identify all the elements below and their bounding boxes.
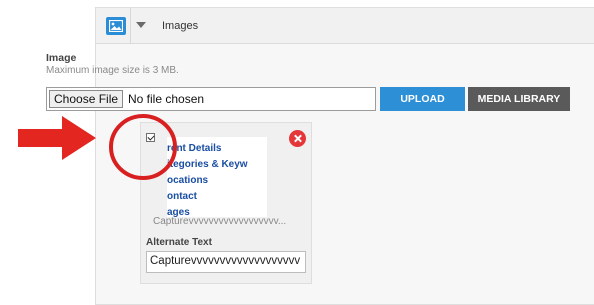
thumbnail-item: rent Details <box>167 143 222 154</box>
collapse-toggle[interactable] <box>132 8 150 44</box>
thumbnail-item: ontact <box>167 191 197 202</box>
image-icon[interactable] <box>106 17 126 35</box>
image-thumbnail: rent Details itegories & Keyw ocations o… <box>167 137 267 217</box>
header-divider <box>130 8 131 44</box>
file-input[interactable]: Choose File No file chosen <box>46 87 376 111</box>
panel-title: Images <box>162 20 199 32</box>
thumbnail-menu: rent Details itegories & Keyw ocations o… <box>167 141 248 217</box>
media-library-button[interactable]: MEDIA LIBRARY <box>468 87 570 111</box>
image-size-help: Maximum image size is 3 MB. <box>46 65 179 76</box>
image-field-label: Image <box>46 52 77 64</box>
thumbnail-item: itegories & Keyw <box>167 159 248 170</box>
red-arrow-annotation <box>18 116 96 160</box>
image-filename: Capturevvvvvvvvvvvvvvvvvv... <box>153 216 287 227</box>
remove-icon[interactable] <box>289 130 306 147</box>
choose-file-button[interactable]: Choose File <box>49 90 124 108</box>
alt-text-label: Alternate Text <box>146 237 212 248</box>
alt-text-input[interactable]: Capturevvvvvvvvvvvvvvvvvvv <box>146 251 306 273</box>
upload-button[interactable]: UPLOAD <box>380 87 465 111</box>
thumbnail-item: ocations <box>167 175 209 186</box>
caret-down-icon <box>136 22 146 28</box>
panel-header: Images <box>96 8 594 44</box>
stage: Images Image Maximum image size is 3 MB.… <box>0 0 594 305</box>
no-file-text: No file chosen <box>128 92 205 106</box>
red-circle-annotation <box>109 114 177 180</box>
